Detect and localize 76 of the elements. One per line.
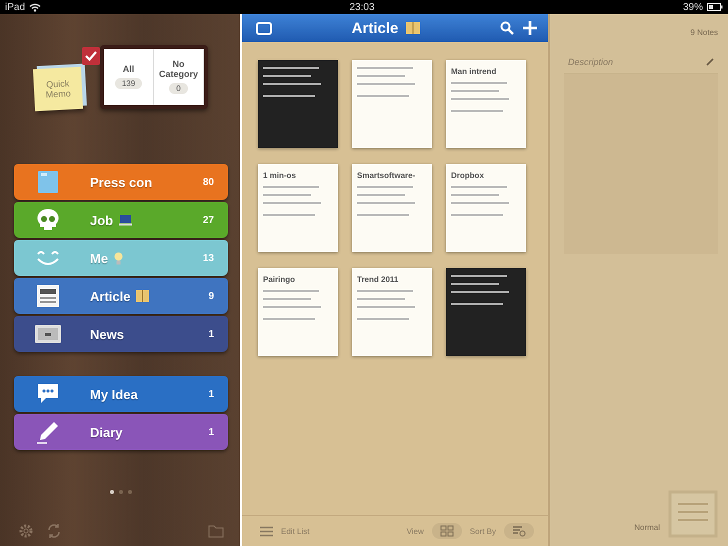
category-folder[interactable]: Diary 1 xyxy=(14,414,228,450)
clock-time: 23:03 xyxy=(349,2,375,12)
note-count: 13 xyxy=(202,252,214,264)
wifi-icon xyxy=(29,2,42,12)
note-card[interactable]: Trend 2011 xyxy=(352,268,432,356)
folder-icon[interactable] xyxy=(208,524,224,538)
note-title: Pairingo xyxy=(263,275,296,284)
category-folder[interactable]: Press con 80 xyxy=(14,164,228,200)
note-count: 1 xyxy=(208,426,214,438)
screen-icon xyxy=(35,325,61,343)
count-pill: 139 xyxy=(114,78,142,90)
list-title: Article xyxy=(352,20,398,36)
device-name: iPad xyxy=(5,2,26,12)
note-card[interactable]: Pairingo xyxy=(258,268,338,356)
view-label: View xyxy=(406,526,424,536)
category-name: Job xyxy=(90,212,114,228)
light-bulb-icon xyxy=(114,252,124,264)
category-name: Press con xyxy=(90,174,152,190)
note-style-label: Normal xyxy=(634,523,660,532)
note-count: 1 xyxy=(208,388,214,400)
battery-percent: 39% xyxy=(682,2,703,12)
note-card[interactable] xyxy=(258,60,338,148)
category-folder[interactable]: My Idea 1 xyxy=(14,376,228,412)
sort-icon xyxy=(512,525,526,537)
book-icon xyxy=(406,22,420,34)
pencil-icon xyxy=(706,58,714,66)
battery-icon xyxy=(707,3,723,11)
note-card[interactable]: Smartsoftware- xyxy=(352,164,432,252)
note-title: 1 min-os xyxy=(263,171,297,180)
note-count: 9 xyxy=(208,290,214,302)
search-icon[interactable] xyxy=(500,21,514,35)
note-count: 27 xyxy=(202,214,214,226)
page-dot[interactable] xyxy=(110,490,114,494)
settings-icon[interactable] xyxy=(18,523,34,539)
note-title: Smartsoftware- xyxy=(357,171,416,180)
category-name: News xyxy=(90,326,124,342)
page-dot[interactable] xyxy=(119,490,123,494)
category-name: Article xyxy=(90,288,130,304)
category-folder[interactable]: Article 9 xyxy=(14,278,228,314)
quick-memo-note[interactable]: Quick Memo xyxy=(32,66,84,112)
category-name: Diary xyxy=(90,424,123,440)
note-title: Dropbox xyxy=(451,171,485,180)
note-count: 80 xyxy=(202,176,214,188)
sort-button[interactable] xyxy=(504,523,534,539)
speech-bubble-icon xyxy=(36,383,60,405)
folders-icon[interactable] xyxy=(256,22,272,34)
laptop-icon xyxy=(119,214,132,226)
grid-icon xyxy=(440,525,454,537)
category-name: My Idea xyxy=(90,386,138,402)
sort-label: Sort By xyxy=(470,526,496,536)
note-title: Man intrend xyxy=(451,67,498,76)
skull-icon xyxy=(36,208,60,232)
note-count: 1 xyxy=(208,328,214,340)
note-card[interactable]: 1 min-os xyxy=(258,164,338,252)
view-button[interactable] xyxy=(432,523,462,539)
book-label: No Category xyxy=(158,60,199,80)
count-pill: 0 xyxy=(169,83,188,94)
list-icon xyxy=(260,526,273,536)
book-label: All xyxy=(122,64,134,74)
note-title: Trend 2011 xyxy=(357,275,400,284)
category-folder[interactable]: News 1 xyxy=(14,316,228,352)
note-card[interactable]: Man intrend xyxy=(446,60,526,148)
note-card[interactable]: Dropbox xyxy=(446,164,526,252)
book-card[interactable]: All 139 No Category 0 xyxy=(100,45,208,109)
newspaper-icon xyxy=(37,285,59,307)
category-folder[interactable]: Job 27 xyxy=(14,202,228,238)
category-name: Me xyxy=(90,250,108,266)
add-icon[interactable] xyxy=(522,20,538,36)
sync-icon[interactable] xyxy=(46,523,62,539)
notes-count: 9 Notes xyxy=(690,28,718,37)
pencil-icon xyxy=(36,420,60,444)
notebook-icon xyxy=(37,170,59,194)
book-icon xyxy=(136,290,150,302)
note-card[interactable] xyxy=(446,268,526,356)
smiley-face-icon xyxy=(35,248,61,268)
page-dot[interactable] xyxy=(128,490,132,494)
